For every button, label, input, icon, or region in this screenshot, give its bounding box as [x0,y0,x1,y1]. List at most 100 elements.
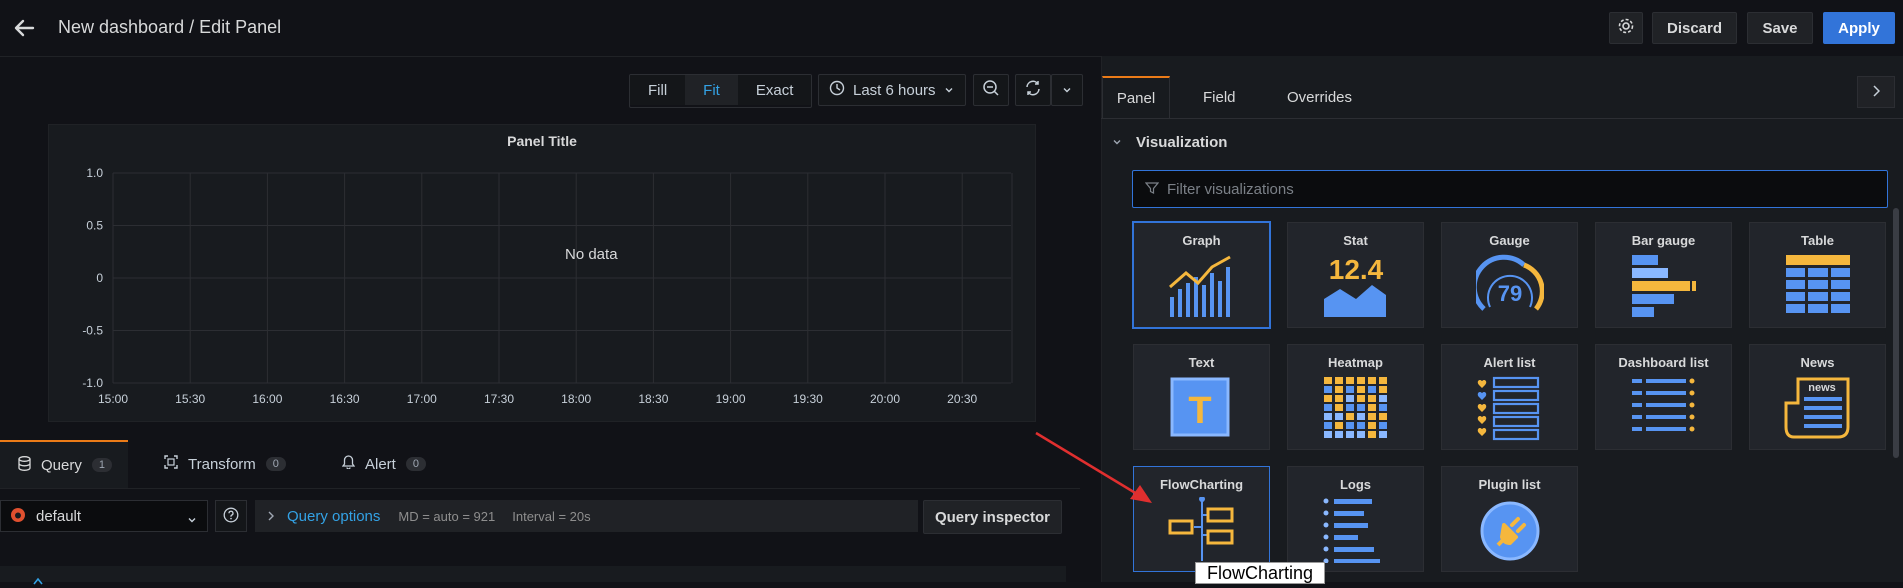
no-data-label: No data [565,246,618,263]
datasource-logo-icon [10,507,26,526]
heatmap-cell [1357,413,1365,420]
heatmap-cell [1379,431,1387,438]
heatmap-cell [1324,404,1332,411]
refresh-icon [1024,79,1042,101]
viz-card-label: Heatmap [1328,355,1383,370]
viz-card-label: Dashboard list [1618,355,1709,370]
save-button[interactable]: Save [1747,12,1813,44]
filter-input[interactable] [1165,179,1869,199]
apply-button[interactable]: Apply [1823,12,1895,44]
visualization-section-header[interactable]: Visualization [1112,134,1227,151]
heatmap-cell [1346,431,1354,438]
tab-transform-count: 0 [265,457,286,471]
panel-preview: Panel Title 1.0 0.5 0 -0.5 -1.0 15:00 15:30 16… [48,124,1036,422]
view-mode-exact[interactable]: Exact [737,75,812,105]
heatmap-cell [1335,386,1343,393]
viz-card-label: News [1800,355,1835,370]
tab-query[interactable]: Query 1 [0,440,128,488]
viz-card-gauge[interactable]: Gauge 79 [1441,222,1578,328]
tab-transform[interactable]: Transform 0 [164,440,286,488]
viz-card-logs[interactable]: Logs [1287,466,1424,572]
heatmap-cell [1335,404,1343,411]
viz-card-news[interactable]: News news [1749,344,1886,450]
heatmap-cell [1368,422,1376,429]
filter-icon [1144,181,1160,198]
news-viz-icon: news [1784,377,1850,439]
viz-card-bar-gauge[interactable]: Bar gauge [1595,222,1732,328]
zoom-out-button[interactable] [973,74,1009,106]
x-tick-label: 20:30 [947,392,977,406]
heatmap-cell [1379,395,1387,402]
clock-icon [829,80,845,100]
collapse-caret-icon[interactable] [33,572,43,588]
back-arrow-icon[interactable] [10,14,38,42]
heatmap-cell [1379,386,1387,393]
heatmap-cell [1357,377,1365,384]
x-tick-label: 17:00 [407,392,437,406]
heatmap-cell [1346,422,1354,429]
heatmap-cell [1357,422,1365,429]
y-tick-label: -1.0 [82,376,103,390]
annotation-arrow [1035,431,1152,503]
page-title: New dashboard / Edit Panel [58,17,282,37]
heatmap-cell [1335,395,1343,402]
tab-panel[interactable]: Panel [1102,76,1170,118]
settings-button[interactable] [1609,12,1643,44]
y-tick-label: -0.5 [82,324,103,338]
query-options-bar[interactable]: Query options MD = auto = 921 Interval =… [255,500,918,532]
view-mode-fill[interactable]: Fill [630,75,686,105]
refresh-button[interactable] [1015,74,1051,106]
database-icon [18,455,31,475]
viz-card-table[interactable]: Table [1749,222,1886,328]
heatmap-cell [1335,413,1343,420]
viz-card-plugin-list[interactable]: Plugin list [1441,466,1578,572]
collapse-pane-button[interactable] [1857,76,1895,108]
heatmap-cell [1368,377,1376,384]
text-viz-icon: T [1170,377,1230,437]
visualization-filter[interactable] [1132,170,1888,208]
viz-card-heatmap[interactable]: Heatmap [1287,344,1424,450]
tab-field[interactable]: Field [1203,76,1236,118]
tab-alert[interactable]: Alert 0 [341,440,426,488]
table-viz-icon [1786,255,1850,313]
options-scrollbar[interactable] [1893,208,1899,458]
time-range-picker[interactable]: Last 6 hours [818,74,966,106]
datasource-select[interactable]: default [0,500,208,532]
y-tick-label: 0.5 [86,219,103,233]
tab-query-count: 1 [91,458,112,472]
query-editor-row [0,566,1066,585]
viz-card-label: Alert list [1483,355,1536,370]
heatmap-cell [1368,386,1376,393]
viz-card-label: Graph [1182,233,1221,248]
viz-card-alert-list[interactable]: Alert list [1441,344,1578,450]
bell-icon [341,455,356,473]
x-tick-label: 15:00 [98,392,128,406]
y-tick-label: 0 [96,271,103,285]
refresh-interval-dropdown[interactable] [1051,74,1083,106]
heatmap-cell [1357,395,1365,402]
x-tick-label: 19:30 [793,392,823,406]
viz-card-graph[interactable]: Graph [1133,222,1270,328]
svg-text:news: news [1808,382,1836,394]
heatmap-cell [1346,377,1354,384]
chevron-down-icon [187,512,197,528]
heatmap-cell [1379,404,1387,411]
heatmap-cell [1335,377,1343,384]
transform-icon [164,455,178,473]
viz-card-label: Gauge [1489,233,1530,248]
heatmap-cell [1357,431,1365,438]
tab-overrides[interactable]: Overrides [1287,76,1352,118]
svg-text:12.4: 12.4 [1329,254,1384,285]
viz-card-label: Stat [1343,233,1368,248]
discard-button[interactable]: Discard [1652,12,1737,44]
viz-card-stat[interactable]: Stat 12.4 [1287,222,1424,328]
viz-card-dashboard-list[interactable]: Dashboard list [1595,344,1732,450]
help-button[interactable] [215,500,247,532]
graph-viz-icon [1169,255,1231,317]
view-mode-fit[interactable]: Fit [685,75,738,105]
gear-icon [1617,17,1635,39]
x-axis-ticks: 15:00 15:30 16:00 16:30 17:00 17:30 18:00 18:30… [98,392,978,406]
heatmap-cell [1346,404,1354,411]
x-tick-label: 18:30 [638,392,668,406]
tab-transform-label: Transform [188,455,256,473]
